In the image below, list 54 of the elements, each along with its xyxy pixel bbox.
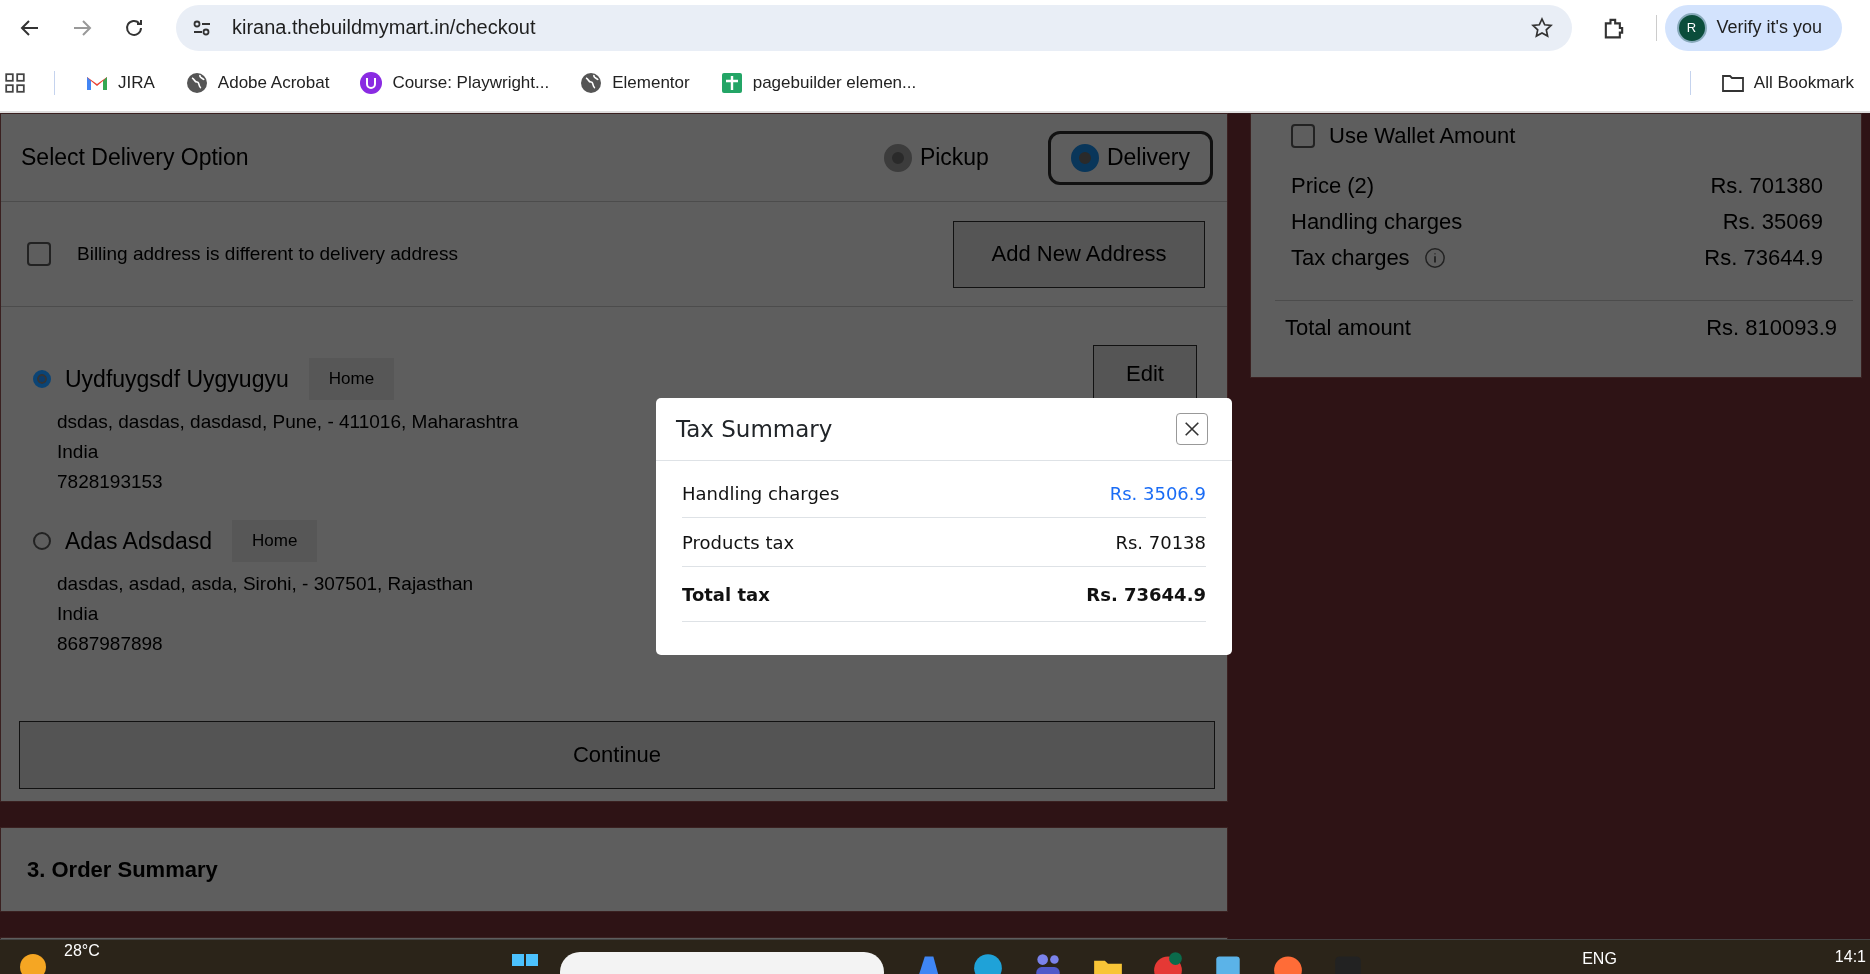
badge-icon xyxy=(359,71,384,95)
price-value: Rs. 35069 xyxy=(1722,209,1823,235)
checkbox[interactable] xyxy=(27,242,51,266)
tax-value: Rs. 73644.9 xyxy=(1086,583,1206,605)
globe-icon xyxy=(184,71,209,95)
address-line: dsdas, dasdas, dasdasd, Pune, - 411016, Maharashtra xyxy=(57,410,519,434)
address-line: 7828193153 xyxy=(57,470,163,494)
info-icon[interactable] xyxy=(1423,247,1446,269)
tax-label: Total tax xyxy=(682,583,770,605)
total-label: Total amount xyxy=(1285,315,1411,341)
tax-label: Products tax xyxy=(682,531,795,553)
all-bookmarks-button[interactable]: All Bookmark xyxy=(1708,71,1866,95)
tax-value[interactable]: Rs. 3506.9 xyxy=(1109,482,1206,504)
address-line: 8687987898 xyxy=(57,632,163,656)
price-label: Handling charges xyxy=(1291,209,1463,235)
app-icon[interactable] xyxy=(1151,950,1184,974)
checkbox-label: Billing address is different to delivery address xyxy=(77,243,458,265)
address-radio[interactable] xyxy=(33,532,51,550)
address-name: Uydfuygsdf Uygyugyu xyxy=(65,365,289,393)
address-tag: Home xyxy=(232,520,318,562)
tax-label: Handling charges xyxy=(682,482,840,504)
bookmark[interactable]: Adobe Acrobat xyxy=(172,71,342,95)
checkbox[interactable] xyxy=(1291,124,1315,148)
globe-icon xyxy=(579,71,604,95)
section-title: 3. Order Summary xyxy=(27,856,218,883)
section-title: Select Delivery Option xyxy=(21,144,249,171)
tax-value: Rs. 70138 xyxy=(1115,531,1206,553)
price-value: Rs. 701380 xyxy=(1710,173,1823,199)
language-indicator[interactable]: ENG xyxy=(1582,950,1617,968)
bookmark[interactable]: Course: Playwright... xyxy=(347,71,562,95)
address-name: Adas Adsdasd xyxy=(65,527,213,555)
clock[interactable]: 14:1 xyxy=(1834,948,1866,966)
star-icon[interactable] xyxy=(1529,15,1554,40)
bookmark[interactable]: JIRA xyxy=(73,71,167,95)
price-value: Rs. 73644.9 xyxy=(1704,245,1823,271)
address-line: India xyxy=(57,440,99,464)
address-line: India xyxy=(57,602,99,626)
address-bar[interactable]: kirana.thebuildmymart.in/checkout xyxy=(176,4,1572,51)
address-radio[interactable] xyxy=(33,370,51,388)
profile-button[interactable]: R Verify it's you xyxy=(1664,4,1842,51)
address-tag: Home xyxy=(308,358,395,400)
close-button[interactable] xyxy=(1176,413,1208,445)
bookmark[interactable]: Elementor xyxy=(567,71,702,95)
dialog-title: Tax Summary xyxy=(676,416,833,442)
bookmark[interactable]: pagebuilder elemen... xyxy=(707,71,929,95)
price-label: Tax charges xyxy=(1291,245,1410,271)
checkbox-label: Use Wallet Amount xyxy=(1329,123,1516,149)
weather-text: 28°C xyxy=(64,942,100,960)
apps-icon[interactable] xyxy=(4,72,26,94)
total-value: Rs. 810093.9 xyxy=(1706,315,1837,341)
close-icon xyxy=(1183,420,1201,438)
address-line: dasdas, asdad, asda, Sirohi, - 307501, Rajasthan xyxy=(57,572,474,596)
plus-icon xyxy=(719,71,744,95)
price-label: Price (2) xyxy=(1291,173,1375,199)
